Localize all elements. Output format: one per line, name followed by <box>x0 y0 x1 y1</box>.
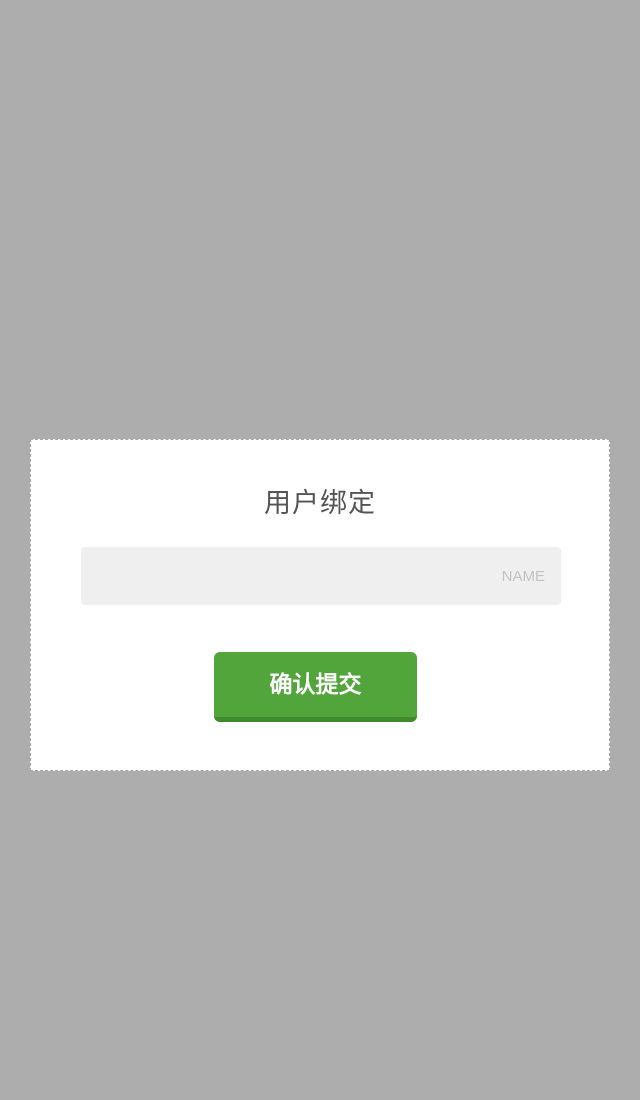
name-input[interactable] <box>81 547 561 605</box>
confirm-submit-button[interactable]: 确认提交 <box>214 652 417 722</box>
dialog-title: 用户绑定 <box>264 488 376 519</box>
user-binding-dialog: 用户绑定 确认提交 <box>30 439 610 771</box>
